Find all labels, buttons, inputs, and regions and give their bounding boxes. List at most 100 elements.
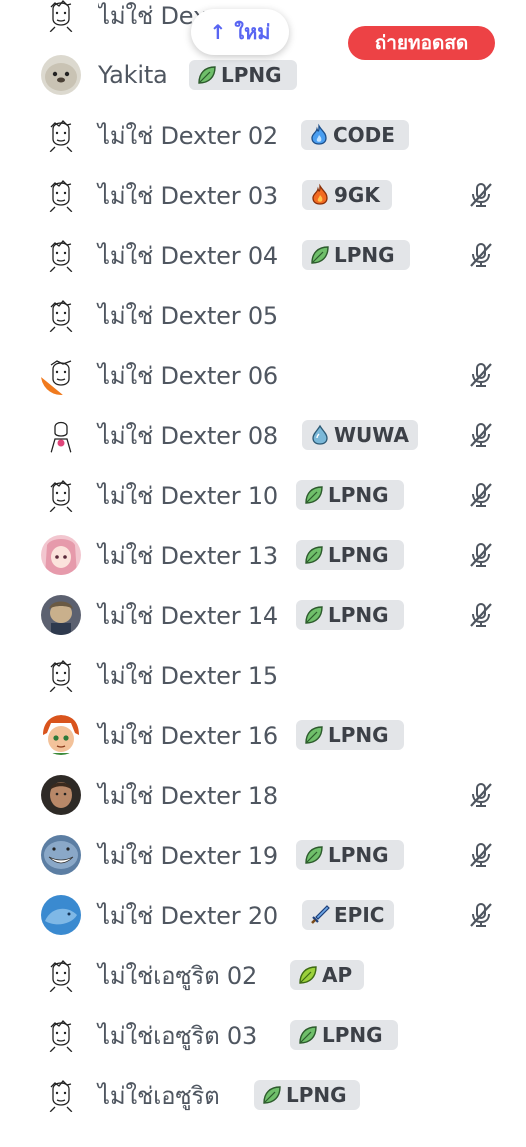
member-row[interactable]: ไม่ใช่ Dexter 05	[0, 285, 526, 345]
server-tag[interactable]: LPNG	[296, 540, 404, 570]
server-tag[interactable]: EPIC	[302, 900, 394, 930]
member-row[interactable]: ไม่ใช่เอซูริต 03 LPNG	[0, 1005, 526, 1065]
member-name: ไม่ใช่ Dexter 16	[98, 721, 278, 750]
member-name: ไม่ใช่ Dexter 19	[98, 841, 278, 870]
leaf-icon	[308, 243, 334, 267]
sword-icon	[308, 903, 334, 927]
blue-flame-icon	[307, 123, 333, 147]
server-tag-label: 9GK	[334, 183, 380, 207]
muted-mic-icon	[466, 840, 496, 870]
server-tag[interactable]: LPNG	[290, 1020, 398, 1050]
server-tag[interactable]: LPNG	[302, 240, 410, 270]
member-row[interactable]: ไม่ใช่ Dexter 20 EPIC	[0, 885, 526, 945]
member-name: ไม่ใช่ Dexter 05	[98, 301, 278, 330]
avatar	[41, 835, 81, 875]
leaf-icon	[302, 543, 328, 567]
avatar	[41, 55, 81, 95]
server-tag[interactable]: WUWA	[302, 420, 418, 450]
member-row[interactable]: ไม่ใช่เอซูริต LPNG	[0, 1065, 526, 1125]
leaf-icon	[302, 843, 328, 867]
server-tag-label: LPNG	[334, 243, 395, 267]
member-name: ไม่ใช่ Dexter 14	[98, 601, 278, 630]
avatar	[41, 235, 81, 275]
avatar	[41, 955, 81, 995]
member-name: ไม่ใช่เอซูริต	[98, 1081, 220, 1110]
muted-mic-icon	[466, 600, 496, 630]
member-name: ไม่ใช่เอซูริต 03	[98, 1021, 258, 1050]
avatar	[41, 175, 81, 215]
avatar	[41, 655, 81, 695]
leaf-icon	[302, 483, 328, 507]
live-badge: ถ่ายทอดสด	[348, 26, 495, 60]
leaf-icon	[302, 603, 328, 627]
avatar	[41, 595, 81, 635]
avatar	[41, 895, 81, 935]
muted-mic-icon	[466, 780, 496, 810]
member-row[interactable]: ไม่ใช่เอซูริต 02 AP	[0, 945, 526, 1005]
member-row[interactable]: ไม่ใช่ Dexter 10 LPNG	[0, 465, 526, 525]
member-row[interactable]: ไม่ใช่ Dexter 18	[0, 765, 526, 825]
member-name: ไม่ใช่ Dexter 20	[98, 901, 278, 930]
leaf-icon	[302, 723, 328, 747]
member-name: ไม่ใช่ Dexter 18	[98, 781, 278, 810]
orange-flame-icon	[308, 183, 334, 207]
muted-mic-icon	[466, 900, 496, 930]
member-row[interactable]: ไม่ใช่ Dexter 19 LPNG	[0, 825, 526, 885]
muted-mic-icon	[466, 360, 496, 390]
blue-drop-icon	[308, 423, 334, 447]
server-tag-label: EPIC	[334, 903, 385, 927]
server-tag-label: LPNG	[322, 1023, 383, 1047]
member-row[interactable]: ไม่ใช่ Dexter 14 LPNG	[0, 585, 526, 645]
member-row[interactable]: ไม่ใช่ Dexter 08 WUWA	[0, 405, 526, 465]
server-tag-label: LPNG	[328, 483, 389, 507]
leaf-icon	[260, 1083, 286, 1107]
server-tag[interactable]: AP	[290, 960, 364, 990]
muted-mic-icon	[466, 420, 496, 450]
server-tag-label: LPNG	[328, 603, 389, 627]
muted-mic-icon	[466, 180, 496, 210]
member-name: ไม่ใช่ Dexter 06	[98, 361, 278, 390]
server-tag-label: LPNG	[328, 843, 389, 867]
server-tag[interactable]: LPNG	[296, 840, 404, 870]
server-tag-label: LPNG	[328, 543, 389, 567]
server-tag[interactable]: LPNG	[296, 600, 404, 630]
member-name: Yakita	[98, 61, 168, 89]
muted-mic-icon	[466, 540, 496, 570]
server-tag-label: WUWA	[334, 423, 409, 447]
member-name: ไม่ใช่ Dexter 08	[98, 421, 278, 450]
member-row[interactable]: ไม่ใช่ Dexter 04 LPNG	[0, 225, 526, 285]
server-tag[interactable]: LPNG	[189, 60, 297, 90]
server-tag[interactable]: LPNG	[254, 1080, 360, 1110]
server-tag[interactable]: LPNG	[296, 720, 404, 750]
member-row[interactable]: ไม่ใช่ Dexter 16 LPNG	[0, 705, 526, 765]
server-tag[interactable]: LPNG	[296, 480, 404, 510]
server-tag-label: CODE	[333, 123, 395, 147]
leaf-icon	[296, 1023, 322, 1047]
member-name: ไม่ใช่เอซูริต 02	[98, 961, 258, 990]
new-messages-label: ใหม่	[234, 20, 271, 44]
server-tag-label: LPNG	[286, 1083, 347, 1107]
avatar	[41, 295, 81, 335]
server-tag-label: AP	[322, 963, 353, 987]
leaf-icon	[195, 63, 221, 87]
member-row[interactable]: ไม่ใช่ Dexter 13 LPNG	[0, 525, 526, 585]
muted-mic-icon	[466, 240, 496, 270]
member-name: ไม่ใช่ Dexter 15	[98, 661, 278, 690]
avatar	[41, 715, 81, 755]
member-name: ไม่ใช่ Dexter 04	[98, 241, 278, 270]
member-name: ไม่ใช่ Dexter 02	[98, 121, 278, 150]
member-row[interactable]: ไม่ใช่ Dexter 06	[0, 345, 526, 405]
member-row[interactable]: ไม่ใช่ Dexter 02 CODE	[0, 105, 526, 165]
avatar	[41, 475, 81, 515]
avatar	[41, 535, 81, 575]
avatar	[41, 1015, 81, 1055]
green-leaf-icon	[296, 963, 322, 987]
server-tag[interactable]: 9GK	[302, 180, 392, 210]
server-tag[interactable]: CODE	[301, 120, 409, 150]
member-row[interactable]: ไม่ใช่ Dexter 03 9GK	[0, 165, 526, 225]
member-row[interactable]: ไม่ใช่ Dexter 15	[0, 645, 526, 705]
new-messages-button[interactable]: ↑ ใหม่	[191, 9, 289, 55]
muted-mic-icon	[466, 480, 496, 510]
member-name: ไม่ใช่ Dexter 13	[98, 541, 278, 570]
avatar	[41, 0, 81, 35]
